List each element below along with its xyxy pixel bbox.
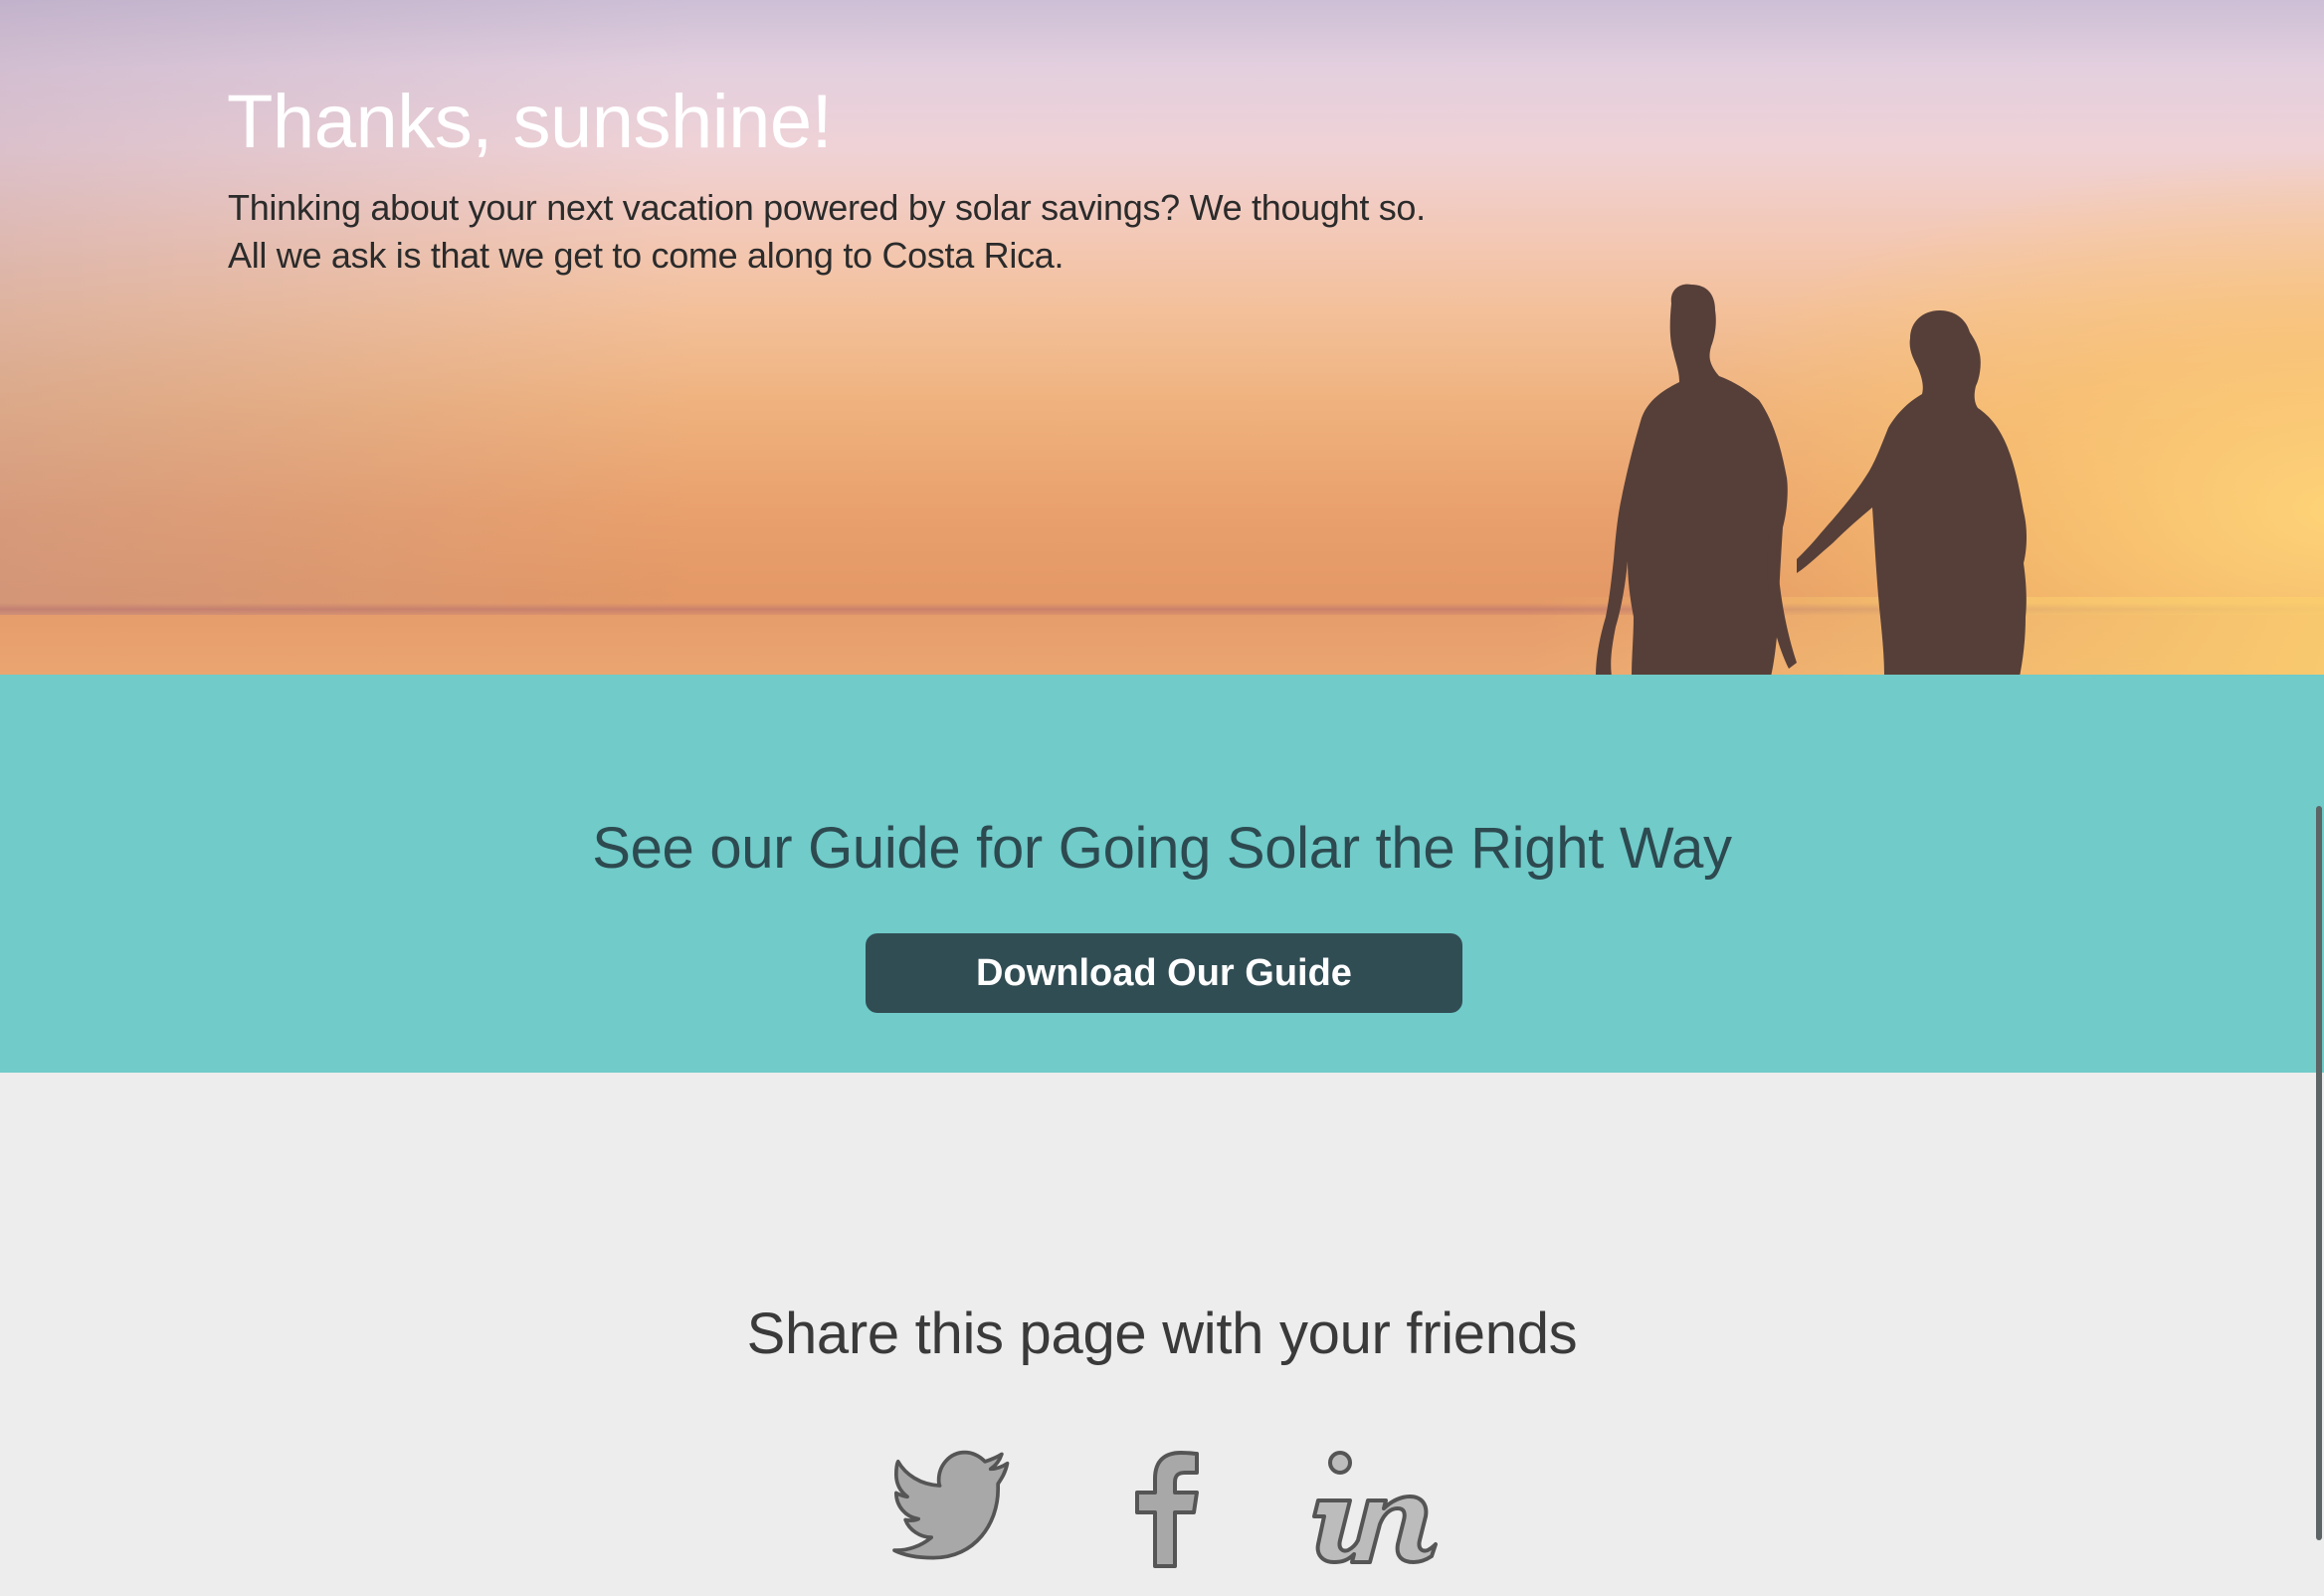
page-scrollbar <box>2314 0 2324 1596</box>
couple-silhouette-image <box>1596 284 2027 675</box>
page-title: Thanks, sunshine! <box>227 80 833 164</box>
share-heading: Share this page with your friends <box>746 1301 1578 1366</box>
facebook-share-link[interactable] <box>1097 1449 1227 1568</box>
facebook-icon <box>1135 1451 1199 1568</box>
social-share-row <box>0 1449 2324 1568</box>
guide-heading: See our Guide for Going Solar the Right … <box>592 816 1732 881</box>
invision-share-link[interactable] <box>1308 1449 1438 1568</box>
invision-icon <box>1312 1451 1438 1564</box>
share-section: Share this page with your friends <box>0 1073 2324 1596</box>
twitter-share-link[interactable] <box>890 1449 1020 1568</box>
hero-section: Thanks, sunshine! Thinking about your ne… <box>0 0 2324 675</box>
download-guide-button[interactable]: Download Our Guide <box>866 933 1462 1013</box>
twitter-icon <box>892 1450 1010 1560</box>
guide-section: See our Guide for Going Solar the Right … <box>0 675 2324 1073</box>
hero-description: Thinking about your next vacation powere… <box>228 187 1426 276</box>
scrollbar-thumb[interactable] <box>2316 806 2322 1540</box>
